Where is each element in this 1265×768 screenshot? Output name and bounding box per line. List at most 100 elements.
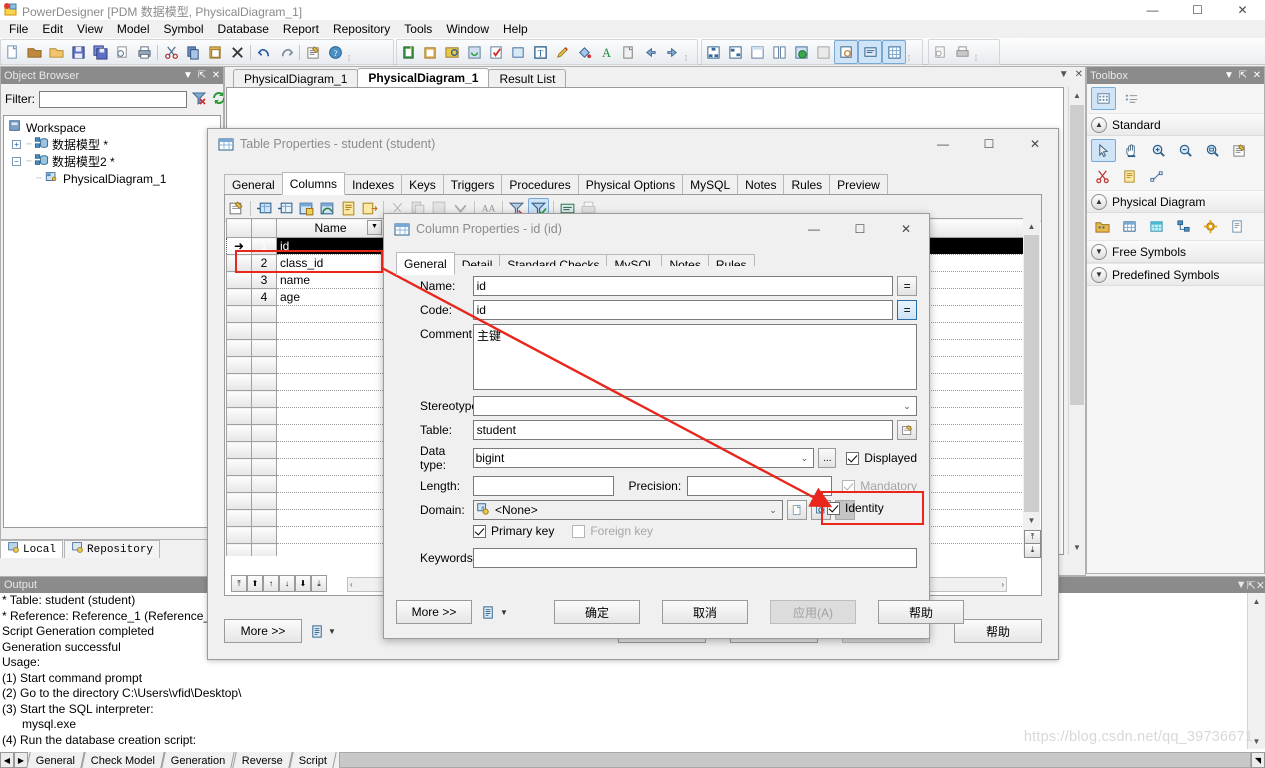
column-properties-icon[interactable]	[227, 199, 246, 218]
grid-icon[interactable]	[882, 40, 906, 64]
more-button[interactable]: More >>	[396, 600, 472, 624]
chevron-down-icon[interactable]: ▼	[1091, 266, 1107, 283]
close-button[interactable]: ✕	[883, 214, 929, 244]
delete-icon[interactable]	[226, 41, 248, 63]
check-model-icon[interactable]	[485, 41, 507, 63]
help-button[interactable]: 帮助	[878, 600, 964, 624]
help-icon[interactable]: ?	[324, 41, 346, 63]
save-all-icon[interactable]	[89, 41, 111, 63]
collapse-toggle[interactable]: −	[12, 157, 21, 166]
ok-button[interactable]: 确定	[554, 600, 640, 624]
tab-close-icon[interactable]: ✕	[1075, 69, 1083, 80]
browser-tab-local[interactable]: Local	[0, 540, 64, 558]
menu-window[interactable]: Window	[439, 20, 496, 38]
list-menu-button[interactable]: ▼	[481, 605, 508, 620]
reference-icon[interactable]	[1172, 216, 1195, 237]
name-field[interactable]: id	[472, 276, 894, 296]
scroll-down-button[interactable]: ▼	[1069, 539, 1085, 555]
goto-bottom-button[interactable]: ⤓	[1024, 543, 1041, 558]
doc-tab-result-list[interactable]: Result List	[488, 69, 567, 87]
chevron-down-icon[interactable]: ▼	[1091, 243, 1107, 260]
move-up-one-button[interactable]: ↑	[263, 575, 279, 592]
pin-icon[interactable]: ⇱	[195, 70, 209, 81]
scroll-up-button[interactable]: ▲	[1248, 593, 1265, 609]
toolbox-group-standard[interactable]: ▲ Standard	[1087, 113, 1264, 136]
tab-mysql[interactable]: MySQL	[682, 174, 739, 195]
scroll-right-button[interactable]: ›	[1001, 580, 1006, 589]
palette-grid-icon[interactable]	[1091, 87, 1116, 110]
move-down-one-button[interactable]: ↓	[279, 575, 295, 592]
maximize-button[interactable]: ☐	[1175, 0, 1220, 20]
open-workspace-icon[interactable]	[23, 41, 45, 63]
properties-icon[interactable]	[1228, 140, 1251, 161]
table-icon[interactable]	[1118, 216, 1141, 237]
chevron-up-icon[interactable]: ▲	[1091, 116, 1107, 133]
output-horizontal-scrollbar[interactable]	[338, 752, 1251, 768]
scroll-up-button[interactable]: ▲	[1023, 218, 1040, 234]
undo-icon[interactable]	[253, 41, 275, 63]
open-icon[interactable]	[45, 41, 67, 63]
new-package-icon[interactable]	[419, 41, 441, 63]
precision-field[interactable]	[687, 476, 833, 496]
panel-close-icon[interactable]: ✕	[209, 70, 223, 81]
more-button[interactable]: More >>	[224, 619, 302, 643]
filter-clear-icon[interactable]	[191, 90, 207, 109]
chevron-down-icon[interactable]: ▼	[500, 608, 508, 617]
output-tab-general[interactable]: General	[26, 752, 85, 768]
replace-object-icon[interactable]	[318, 199, 337, 218]
chevron-down-icon[interactable]: ▼	[328, 627, 336, 636]
toolbox-group-predefined-symbols[interactable]: ▼ Predefined Symbols	[1087, 263, 1264, 286]
print2-icon[interactable]	[951, 41, 973, 63]
globe-icon[interactable]	[790, 41, 812, 63]
tab-keys[interactable]: Keys	[401, 174, 444, 195]
redo-icon[interactable]	[275, 41, 297, 63]
tab-general[interactable]: General	[224, 174, 283, 195]
code-equals-button[interactable]: =	[897, 300, 917, 320]
tab-general[interactable]: General	[396, 252, 455, 275]
table-field[interactable]: student	[472, 420, 894, 440]
tab-physical-options[interactable]: Physical Options	[577, 174, 684, 195]
menu-database[interactable]: Database	[211, 20, 276, 38]
zoom-in-icon[interactable]	[1147, 140, 1170, 161]
tree-item-physicaldiagram[interactable]: ┄ PhysicalDiagram_1	[4, 170, 220, 187]
output-tab-reverse[interactable]: Reverse	[232, 752, 293, 768]
move-top-button[interactable]: ⤒	[231, 575, 247, 592]
tab-indexes[interactable]: Indexes	[344, 174, 403, 195]
filter-input[interactable]	[39, 90, 187, 108]
chevron-down-icon[interactable]: ⌄	[797, 453, 811, 464]
menu-tools[interactable]: Tools	[397, 20, 439, 38]
comment-icon[interactable]	[858, 40, 882, 64]
refresh-icon[interactable]	[463, 41, 485, 63]
menu-view[interactable]: View	[70, 20, 110, 38]
zoom-search-icon[interactable]	[834, 40, 858, 64]
column-filter-icon[interactable]: ▼	[367, 220, 382, 235]
display-icon[interactable]	[507, 41, 529, 63]
output-vertical-scrollbar[interactable]: ▲ ▼	[1247, 593, 1265, 749]
panel-close-icon[interactable]: ✕	[1256, 579, 1265, 592]
grid-vertical-scrollbar[interactable]: ▲ ▼ ⤒ ⤓	[1023, 218, 1041, 558]
new-icon[interactable]	[1, 41, 23, 63]
diagram-icon[interactable]	[702, 41, 724, 63]
insert-row-icon[interactable]	[255, 199, 274, 218]
paste-icon[interactable]	[204, 41, 226, 63]
menu-edit[interactable]: Edit	[35, 20, 70, 38]
new-domain-button[interactable]	[787, 500, 807, 520]
scroll-thumb[interactable]	[1070, 105, 1084, 405]
domain-combo[interactable]: # <None> ⌄	[473, 500, 783, 520]
chevron-up-icon[interactable]: ▲	[1091, 193, 1107, 210]
prev-icon[interactable]	[639, 41, 661, 63]
tab-columns[interactable]: Columns	[281, 172, 346, 195]
dependencies-icon[interactable]	[724, 41, 746, 63]
procedure-icon[interactable]	[1199, 216, 1222, 237]
tab-rules[interactable]: Rules	[783, 174, 831, 195]
dock-menu-icon[interactable]: ▼	[1222, 70, 1236, 81]
tile-icon[interactable]	[768, 41, 790, 63]
fill-icon[interactable]	[573, 41, 595, 63]
add-row-icon[interactable]	[276, 199, 295, 218]
delete-scissors-icon[interactable]	[1091, 166, 1114, 187]
expand-toggle[interactable]: +	[12, 140, 21, 149]
output-tab-check-model[interactable]: Check Model	[81, 752, 166, 768]
resize-grip[interactable]: ◥	[1251, 752, 1265, 768]
pencil-icon[interactable]	[551, 41, 573, 63]
dock-menu-icon[interactable]: ▼	[1236, 579, 1247, 591]
